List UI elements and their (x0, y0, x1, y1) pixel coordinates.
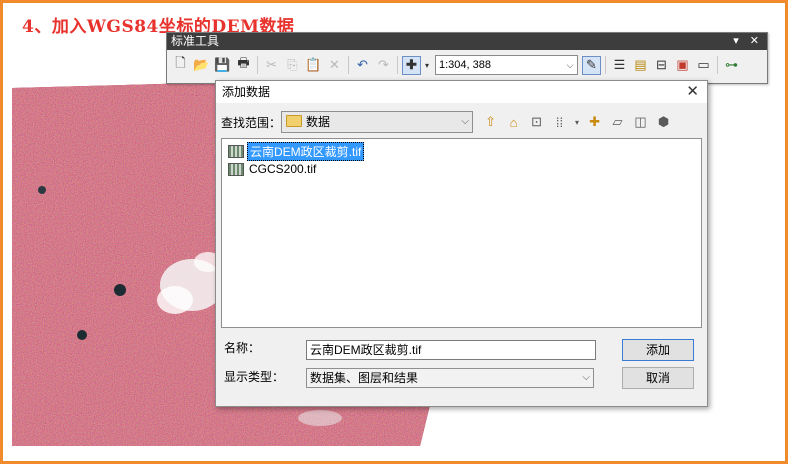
search-window-icon[interactable]: ⊟ (652, 56, 671, 75)
editor-toolbar-icon[interactable]: ✎ (582, 55, 601, 75)
add-button[interactable]: 添加 (622, 339, 694, 361)
up-one-level-icon[interactable]: ⇧ (481, 113, 500, 132)
name-label: 名称： (224, 341, 261, 355)
catalog-icon[interactable]: ▤ (631, 56, 650, 75)
toolbar-row: 🗋 📂 💾 🖶 ✂ ⎘ 📋 ✕ ↶ ↷ ✚ ▾ 1:304, 388 ⌵ ✎ ☰… (171, 53, 741, 77)
show-type-value: 数据集、图层和结果 (310, 371, 419, 385)
chevron-down-icon[interactable]: ⌵ (563, 56, 577, 74)
add-data-dropdown-icon[interactable]: ▾ (423, 56, 431, 75)
toolbar-title: 标准工具 (171, 34, 220, 48)
name-input[interactable]: 云南DEM政区裁剪.tif (306, 340, 596, 360)
list-item[interactable]: CGCS200.tif (228, 161, 318, 177)
new-geodatabase-icon[interactable]: ▱ (608, 113, 627, 132)
delete-icon[interactable]: ✕ (325, 56, 344, 75)
toolbar-titlebar[interactable]: 标准工具 ▾ ✕ (167, 33, 767, 50)
connect-folder-icon[interactable]: ⊡ (527, 113, 546, 132)
python-window-icon[interactable]: ▭ (694, 56, 713, 75)
view-options-icon[interactable]: ⁞⁞ (550, 113, 569, 132)
copy-icon[interactable]: ⎘ (283, 56, 302, 75)
add-data-icon[interactable]: ✚ (402, 55, 421, 75)
arctoolbox-icon[interactable]: ▣ (673, 56, 692, 75)
show-type-label: 显示类型： (224, 370, 285, 384)
open-folder-icon[interactable]: 📂 (192, 56, 211, 75)
chevron-down-icon[interactable]: ⌵ (461, 112, 469, 132)
show-type-combo[interactable]: 数据集、图层和结果 ⌵ (306, 368, 594, 388)
look-in-label: 查找范围： (221, 115, 282, 130)
home-icon[interactable]: ⌂ (504, 113, 523, 132)
dialog-titlebar: 添加数据 ✕ (216, 81, 707, 103)
raster-icon (228, 144, 244, 158)
undo-icon[interactable]: ↶ (353, 56, 372, 75)
redo-icon[interactable]: ↷ (374, 56, 393, 75)
view-dropdown-icon[interactable]: ▾ (573, 113, 581, 132)
toolbar-separator (257, 56, 258, 74)
look-in-row: 查找范围： 数据 ⌵ ⇧ ⌂ ⊡ ⁞⁞ ▾ ✚ ▱ ◫ ⬢ (221, 111, 702, 133)
navigation-toolbar: ⇧ ⌂ ⊡ ⁞⁞ ▾ ✚ ▱ ◫ ⬢ (481, 113, 673, 132)
file-name: 云南DEM政区裁剪.tif (247, 141, 365, 161)
toolbar-separator (717, 56, 718, 74)
toolbar-separator (605, 56, 606, 74)
cut-icon[interactable]: ✂ (262, 56, 281, 75)
table-of-contents-icon[interactable]: ☰ (610, 56, 629, 75)
model-builder-icon[interactable]: ⊶ (722, 56, 741, 75)
map-scale-combo[interactable]: 1:304, 388 ⌵ (435, 55, 578, 75)
cancel-button[interactable]: 取消 (622, 367, 694, 389)
toolbar-separator (397, 56, 398, 74)
print-icon[interactable]: 🖶 (234, 55, 253, 75)
new-document-icon[interactable]: 🗋 (171, 55, 190, 75)
save-icon[interactable]: 💾 (213, 56, 232, 75)
standard-toolbar: 标准工具 ▾ ✕ 🗋 📂 💾 🖶 ✂ ⎘ 📋 ✕ ↶ ↷ ✚ ▾ 1:304, … (166, 32, 768, 84)
look-in-value: 数据 (306, 115, 331, 129)
file-name: CGCS200.tif (249, 162, 317, 176)
chevron-down-icon[interactable]: ⌵ (582, 369, 590, 387)
toolbar-separator (348, 56, 349, 74)
raster-icon (228, 162, 244, 176)
toolbar-window-controls[interactable]: ▾ ✕ (733, 33, 763, 50)
map-scale-value: 1:304, 388 (439, 59, 491, 71)
close-icon[interactable]: ✕ (686, 81, 699, 103)
new-shapefile-icon[interactable]: ◫ (631, 113, 650, 132)
dialog-title: 添加数据 (222, 85, 271, 99)
list-item[interactable]: 云南DEM政区裁剪.tif (228, 141, 365, 161)
connect-database-icon[interactable]: ⬢ (654, 113, 673, 132)
folder-icon (286, 115, 303, 127)
look-in-combo[interactable]: 数据 ⌵ (281, 111, 474, 133)
file-list[interactable]: 云南DEM政区裁剪.tif CGCS200.tif (221, 138, 702, 328)
paste-icon[interactable]: 📋 (304, 56, 323, 75)
new-folder-icon[interactable]: ✚ (585, 113, 604, 132)
add-data-dialog: 添加数据 ✕ 查找范围： 数据 ⌵ ⇧ ⌂ ⊡ ⁞⁞ ▾ ✚ ▱ ◫ ⬢ 云南D… (215, 80, 708, 407)
